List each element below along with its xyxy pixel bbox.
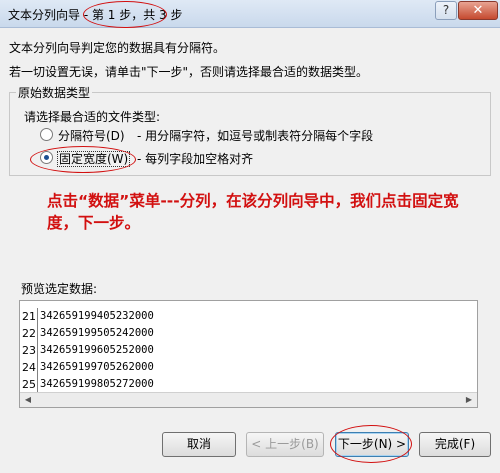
- fixed-width-description: - 每列字段加空格对齐: [137, 152, 254, 166]
- close-button[interactable]: ✕: [458, 1, 498, 20]
- preview-row-text: 342659199705262000: [40, 361, 154, 373]
- file-type-prompt: 请选择最合适的文件类型:: [24, 110, 161, 124]
- preview-row-number: 23: [22, 342, 38, 359]
- horizontal-scrollbar[interactable]: ◀ ▶: [20, 392, 477, 407]
- preview-row-text: 342659199805272000: [40, 378, 154, 390]
- scroll-left-icon[interactable]: ◀: [20, 393, 36, 407]
- preview-row: 25 342659199805272000: [20, 376, 477, 393]
- cancel-button[interactable]: 取消: [162, 432, 236, 457]
- preview-row-number: 21: [22, 308, 38, 325]
- title-step-annotation-ellipse: [83, 1, 167, 28]
- annotation-text: 点击“数据”菜单---分列，在该分列向导中，我们点击固定宽度，下一步。: [47, 192, 459, 232]
- preview-row-text: 342659199505242000: [40, 327, 154, 339]
- delimited-radio[interactable]: [40, 128, 53, 141]
- scroll-right-icon[interactable]: ▶: [461, 393, 477, 407]
- preview-row: 23 342659199605252000: [20, 342, 477, 359]
- preview-row-text: 342659199605252000: [40, 344, 154, 356]
- preview-row-text: 342659199405232000: [40, 310, 154, 322]
- fixed-width-annotation-ellipse: [30, 146, 136, 173]
- window-title-prefix: 文本分列向导 -: [8, 8, 92, 22]
- preview-label: 预览选定数据:: [21, 282, 98, 296]
- intro-line-1: 文本分列向导判定您的数据具有分隔符。: [9, 41, 226, 55]
- delimited-label[interactable]: 分隔符号(D): [58, 127, 125, 144]
- help-button[interactable]: ?: [435, 1, 457, 20]
- preview-row-number: 25: [22, 376, 38, 393]
- group-legend: 原始数据类型: [16, 84, 93, 101]
- preview-row-number: 22: [22, 325, 38, 342]
- back-button[interactable]: < 上一步(B): [246, 432, 324, 457]
- finish-button[interactable]: 完成(F): [419, 432, 491, 457]
- preview-row: 24 342659199705262000: [20, 359, 477, 376]
- preview-row: 22 342659199505242000: [20, 325, 477, 342]
- next-button-annotation-ellipse: [330, 425, 412, 463]
- preview-pane[interactable]: 21 342659199405232000 22 342659199505242…: [19, 300, 478, 408]
- preview-row: 21 342659199405232000: [20, 308, 477, 325]
- delimited-description: - 用分隔字符，如逗号或制表符分隔每个字段: [137, 129, 374, 143]
- title-bar: 文本分列向导 - 第 1 步，共 3 步 ? ✕: [0, 0, 500, 28]
- intro-line-2: 若一切设置无误，请单击"下一步"，否则请选择最合适的数据类型。: [9, 65, 369, 79]
- preview-row-number: 24: [22, 359, 38, 376]
